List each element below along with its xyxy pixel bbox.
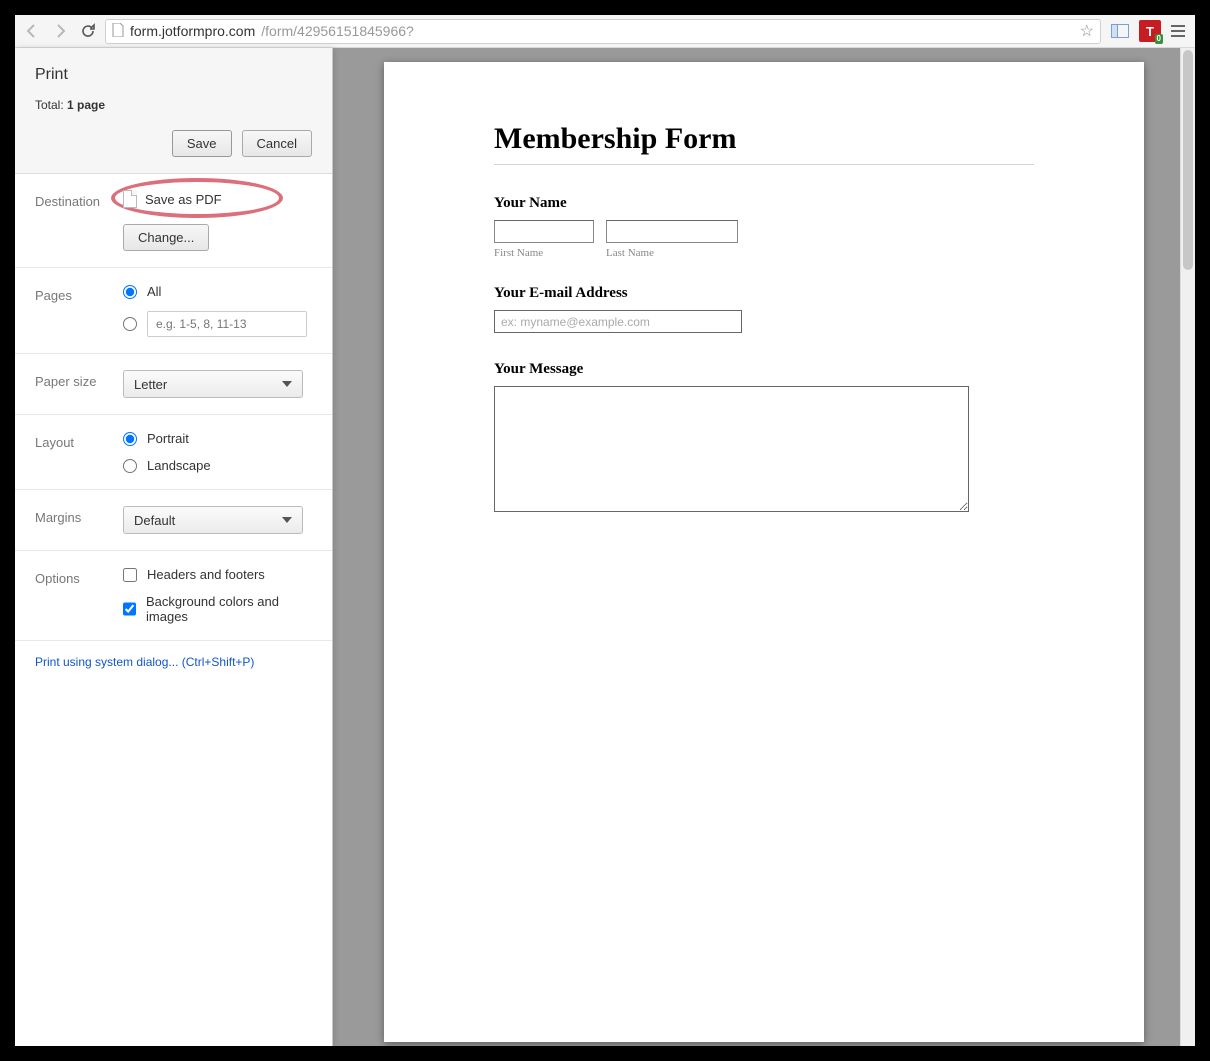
paper-size-value: Letter <box>134 377 167 392</box>
address-bar[interactable]: form.jotformpro.com/form/42956151845966?… <box>105 19 1101 44</box>
pages-custom-input[interactable] <box>147 311 307 337</box>
message-textarea[interactable] <box>494 386 969 512</box>
name-label: Your Name <box>494 195 1034 212</box>
bookmark-star-icon[interactable]: ☆ <box>1080 21 1094 41</box>
options-section: Options Headers and footers Background c… <box>15 551 332 641</box>
url-path: /form/42956151845966? <box>261 23 414 39</box>
background-checkbox[interactable] <box>123 602 136 616</box>
layout-portrait-label: Portrait <box>147 431 189 446</box>
divider <box>494 164 1034 165</box>
pages-custom-radio[interactable] <box>123 317 137 331</box>
extension-count: 0 <box>1155 34 1163 44</box>
back-button[interactable] <box>21 20 43 42</box>
paper-size-select[interactable]: Letter <box>123 370 303 398</box>
pdf-icon <box>123 190 137 208</box>
paper-size-label: Paper size <box>35 370 113 398</box>
margins-section: Margins Default <box>15 490 332 551</box>
last-name-input[interactable] <box>606 220 738 243</box>
preview-page: Membership Form Your Name First Name Las… <box>384 62 1144 1042</box>
chevron-down-icon <box>282 517 292 523</box>
chevron-down-icon <box>282 381 292 387</box>
options-label: Options <box>35 567 113 624</box>
margins-label: Margins <box>35 506 113 534</box>
extension-letter: T <box>1146 24 1154 39</box>
layout-landscape-radio[interactable] <box>123 459 137 473</box>
layout-label: Layout <box>35 431 113 473</box>
paper-size-section: Paper size Letter <box>15 354 332 415</box>
pages-all-label: All <box>147 284 161 299</box>
destination-row: Save as PDF <box>123 190 312 208</box>
email-input[interactable] <box>494 310 742 333</box>
background-label: Background colors and images <box>146 594 312 624</box>
first-name-input[interactable] <box>494 220 594 243</box>
pages-section: Pages All <box>15 268 332 354</box>
save-button[interactable]: Save <box>172 130 232 157</box>
extension-badge[interactable]: T 0 <box>1139 20 1161 42</box>
change-destination-button[interactable]: Change... <box>123 224 209 251</box>
print-panel: Print Total: 1 page Save Cancel Destinat… <box>15 48 333 1046</box>
total-prefix: Total: <box>35 98 67 112</box>
message-label: Your Message <box>494 361 1034 378</box>
url-host: form.jotformpro.com <box>130 23 255 39</box>
destination-value: Save as PDF <box>145 192 222 207</box>
pages-label: Pages <box>35 284 113 337</box>
browser-menu-button[interactable] <box>1167 20 1189 42</box>
print-title: Print <box>35 66 312 84</box>
margins-value: Default <box>134 513 175 528</box>
last-name-sublabel: Last Name <box>606 247 738 259</box>
scrollbar-thumb[interactable] <box>1183 50 1193 270</box>
cancel-button[interactable]: Cancel <box>242 130 312 157</box>
email-label: Your E-mail Address <box>494 285 1034 302</box>
print-preview-area: Membership Form Your Name First Name Las… <box>333 48 1195 1046</box>
layout-portrait-radio[interactable] <box>123 432 137 446</box>
first-name-sublabel: First Name <box>494 247 594 259</box>
layout-section: Layout Portrait Landscape <box>15 415 332 490</box>
total-pages: 1 page <box>67 98 105 112</box>
reload-button[interactable] <box>77 20 99 42</box>
layout-landscape-label: Landscape <box>147 458 211 473</box>
pages-all-radio[interactable] <box>123 285 137 299</box>
panel-icon[interactable] <box>1107 18 1133 44</box>
form-title: Membership Form <box>494 122 1034 156</box>
headers-footers-label: Headers and footers <box>147 567 265 582</box>
print-panel-header: Print Total: 1 page Save Cancel <box>15 48 332 174</box>
browser-toolbar: form.jotformpro.com/form/42956151845966?… <box>15 15 1195 48</box>
page-icon <box>112 23 124 40</box>
headers-footers-checkbox[interactable] <box>123 568 137 582</box>
system-dialog-link[interactable]: Print using system dialog... (Ctrl+Shift… <box>15 641 332 683</box>
print-total: Total: 1 page <box>35 98 312 112</box>
destination-section: Destination Save as PDF Change... <box>15 174 332 268</box>
forward-button[interactable] <box>49 20 71 42</box>
margins-select[interactable]: Default <box>123 506 303 534</box>
destination-label: Destination <box>35 190 113 251</box>
vertical-scrollbar[interactable] <box>1180 48 1195 1046</box>
